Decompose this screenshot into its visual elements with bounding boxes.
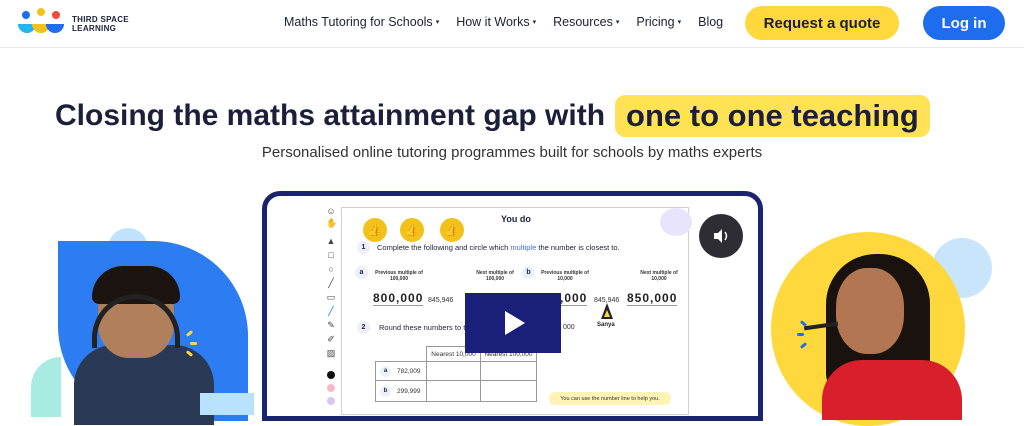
- row-value: 782,009: [397, 367, 421, 375]
- highlighter-tool-icon[interactable]: ✐: [326, 334, 336, 344]
- question-number: 1: [357, 241, 370, 254]
- menu-item-pricing[interactable]: Pricing ▾: [636, 15, 681, 29]
- menu-item-label: Pricing: [636, 15, 675, 29]
- cursor-user-label: Sanya: [597, 322, 615, 328]
- logo[interactable]: THIRD SPACE LEARNING: [16, 8, 129, 40]
- row-label: b: [380, 385, 391, 397]
- answer-value: 850,000: [627, 291, 678, 306]
- menu-item-how-it-works[interactable]: How it Works ▾: [456, 15, 536, 29]
- target-number: 845,946: [428, 297, 454, 304]
- chevron-down-icon: ▾: [532, 19, 537, 26]
- pencil-tool-icon[interactable]: ✎: [326, 320, 336, 330]
- question-2-text: Round these numbers to t: [379, 323, 466, 332]
- smiley-tool-icon[interactable]: ☺: [326, 206, 336, 216]
- color-swatch-black[interactable]: [327, 371, 335, 379]
- question-1-text: Complete the following and circle which …: [377, 243, 620, 252]
- rectangle-tool-icon[interactable]: □: [326, 250, 336, 260]
- thumbs-up-icon: 👍: [400, 218, 424, 242]
- hero-title-text: Closing the maths attainment gap with: [55, 99, 606, 132]
- sound-button[interactable]: [699, 214, 743, 258]
- request-quote-button[interactable]: Request a quote: [745, 6, 899, 40]
- logo-line-2: LEARNING: [72, 24, 117, 33]
- chevron-down-icon: ▾: [615, 19, 620, 26]
- decorative-shape: [31, 357, 61, 417]
- menu-item-maths-tutoring[interactable]: Maths Tutoring for Schools ▾: [284, 15, 439, 29]
- eraser-tool-icon[interactable]: ▭: [326, 292, 336, 302]
- hero-subtitle: Personalised online tutoring programmes …: [261, 144, 763, 161]
- label-next-multiple: Next multiple of 100,000: [476, 270, 514, 282]
- question-2-trailing: 000: [563, 324, 575, 331]
- top-navigation: THIRD SPACE LEARNING Maths Tutoring for …: [0, 0, 1024, 48]
- hint-callout: You can use the number line to help you.: [549, 392, 671, 405]
- menu-item-blog[interactable]: Blog: [698, 15, 723, 29]
- menu-item-label: Blog: [698, 15, 724, 29]
- table-row: a 782,009: [375, 361, 427, 381]
- hero-title-highlight: one to one teaching: [615, 95, 930, 137]
- circle-tool-icon[interactable]: ○: [326, 264, 336, 274]
- table-row: b 299,999: [375, 380, 427, 402]
- menu-item-resources[interactable]: Resources ▾: [553, 15, 619, 29]
- menu-item-label: How it Works: [456, 15, 530, 29]
- label-prev-multiple: Previous multiple of 10,000: [541, 270, 589, 282]
- row-label: a: [380, 365, 391, 377]
- table-cell[interactable]: [426, 361, 481, 381]
- pen-tool-icon[interactable]: ╱: [326, 306, 336, 316]
- part-label: b: [522, 266, 535, 279]
- hand-tool-icon[interactable]: ✋: [326, 218, 337, 228]
- menu-item-label: Resources: [553, 15, 613, 29]
- rounding-table: Nearest 10,000 Nearest 100,000 a 782,009…: [375, 346, 537, 416]
- menu-item-label: Maths Tutoring for Schools: [284, 15, 433, 29]
- question-keyword: multiple: [510, 243, 537, 252]
- main-menu: Maths Tutoring for Schools ▾ How it Work…: [284, 15, 740, 29]
- line-tool-icon[interactable]: ╱: [326, 278, 336, 288]
- tutor-photo-face: [836, 268, 904, 354]
- tutor-photo-body: [822, 360, 962, 420]
- pointer-tool-icon[interactable]: ▲: [326, 236, 336, 246]
- question-text: Complete the following and circle which: [377, 243, 509, 252]
- label-next-multiple: Next multiple of 10,000: [640, 270, 678, 282]
- sparkle-icon: [797, 333, 804, 336]
- worksheet-title: You do: [501, 214, 531, 224]
- play-icon: [505, 311, 525, 335]
- logo-line-1: THIRD SPACE: [72, 15, 129, 24]
- label-prev-multiple: Previous multiple of 100,000: [375, 270, 423, 282]
- answer-value: ,000: [560, 291, 588, 306]
- thumbs-up-icon: 👍: [440, 218, 464, 242]
- table-cell[interactable]: [480, 380, 537, 402]
- color-swatch-pink[interactable]: [327, 384, 335, 392]
- question-number: 2: [357, 321, 370, 334]
- row-value: 299,999: [397, 387, 421, 395]
- cursor-icon-fill: [604, 310, 610, 317]
- chevron-down-icon: ▾: [435, 19, 440, 26]
- sparkle-icon: [190, 342, 197, 345]
- question-text: the number is closest to.: [538, 243, 620, 252]
- fill-tool-icon[interactable]: ▨: [326, 348, 336, 358]
- table-cell[interactable]: [426, 380, 481, 402]
- play-button[interactable]: [465, 293, 561, 353]
- login-button[interactable]: Log in: [923, 6, 1005, 40]
- answer-value: 800,000: [373, 291, 424, 306]
- decorative-bubble: [660, 208, 692, 236]
- logo-icon: [16, 8, 66, 40]
- decorative-shape: [200, 393, 254, 415]
- chevron-down-icon: ▾: [677, 19, 682, 26]
- thumbs-up-icon: 👍: [363, 218, 387, 242]
- table-cell[interactable]: [480, 361, 537, 381]
- part-label: a: [355, 266, 368, 279]
- hero-title: Closing the maths attainment gap with on…: [55, 93, 930, 139]
- speaker-icon: [714, 229, 728, 243]
- color-swatch-lilac[interactable]: [327, 397, 335, 405]
- logo-text: THIRD SPACE LEARNING: [72, 15, 129, 33]
